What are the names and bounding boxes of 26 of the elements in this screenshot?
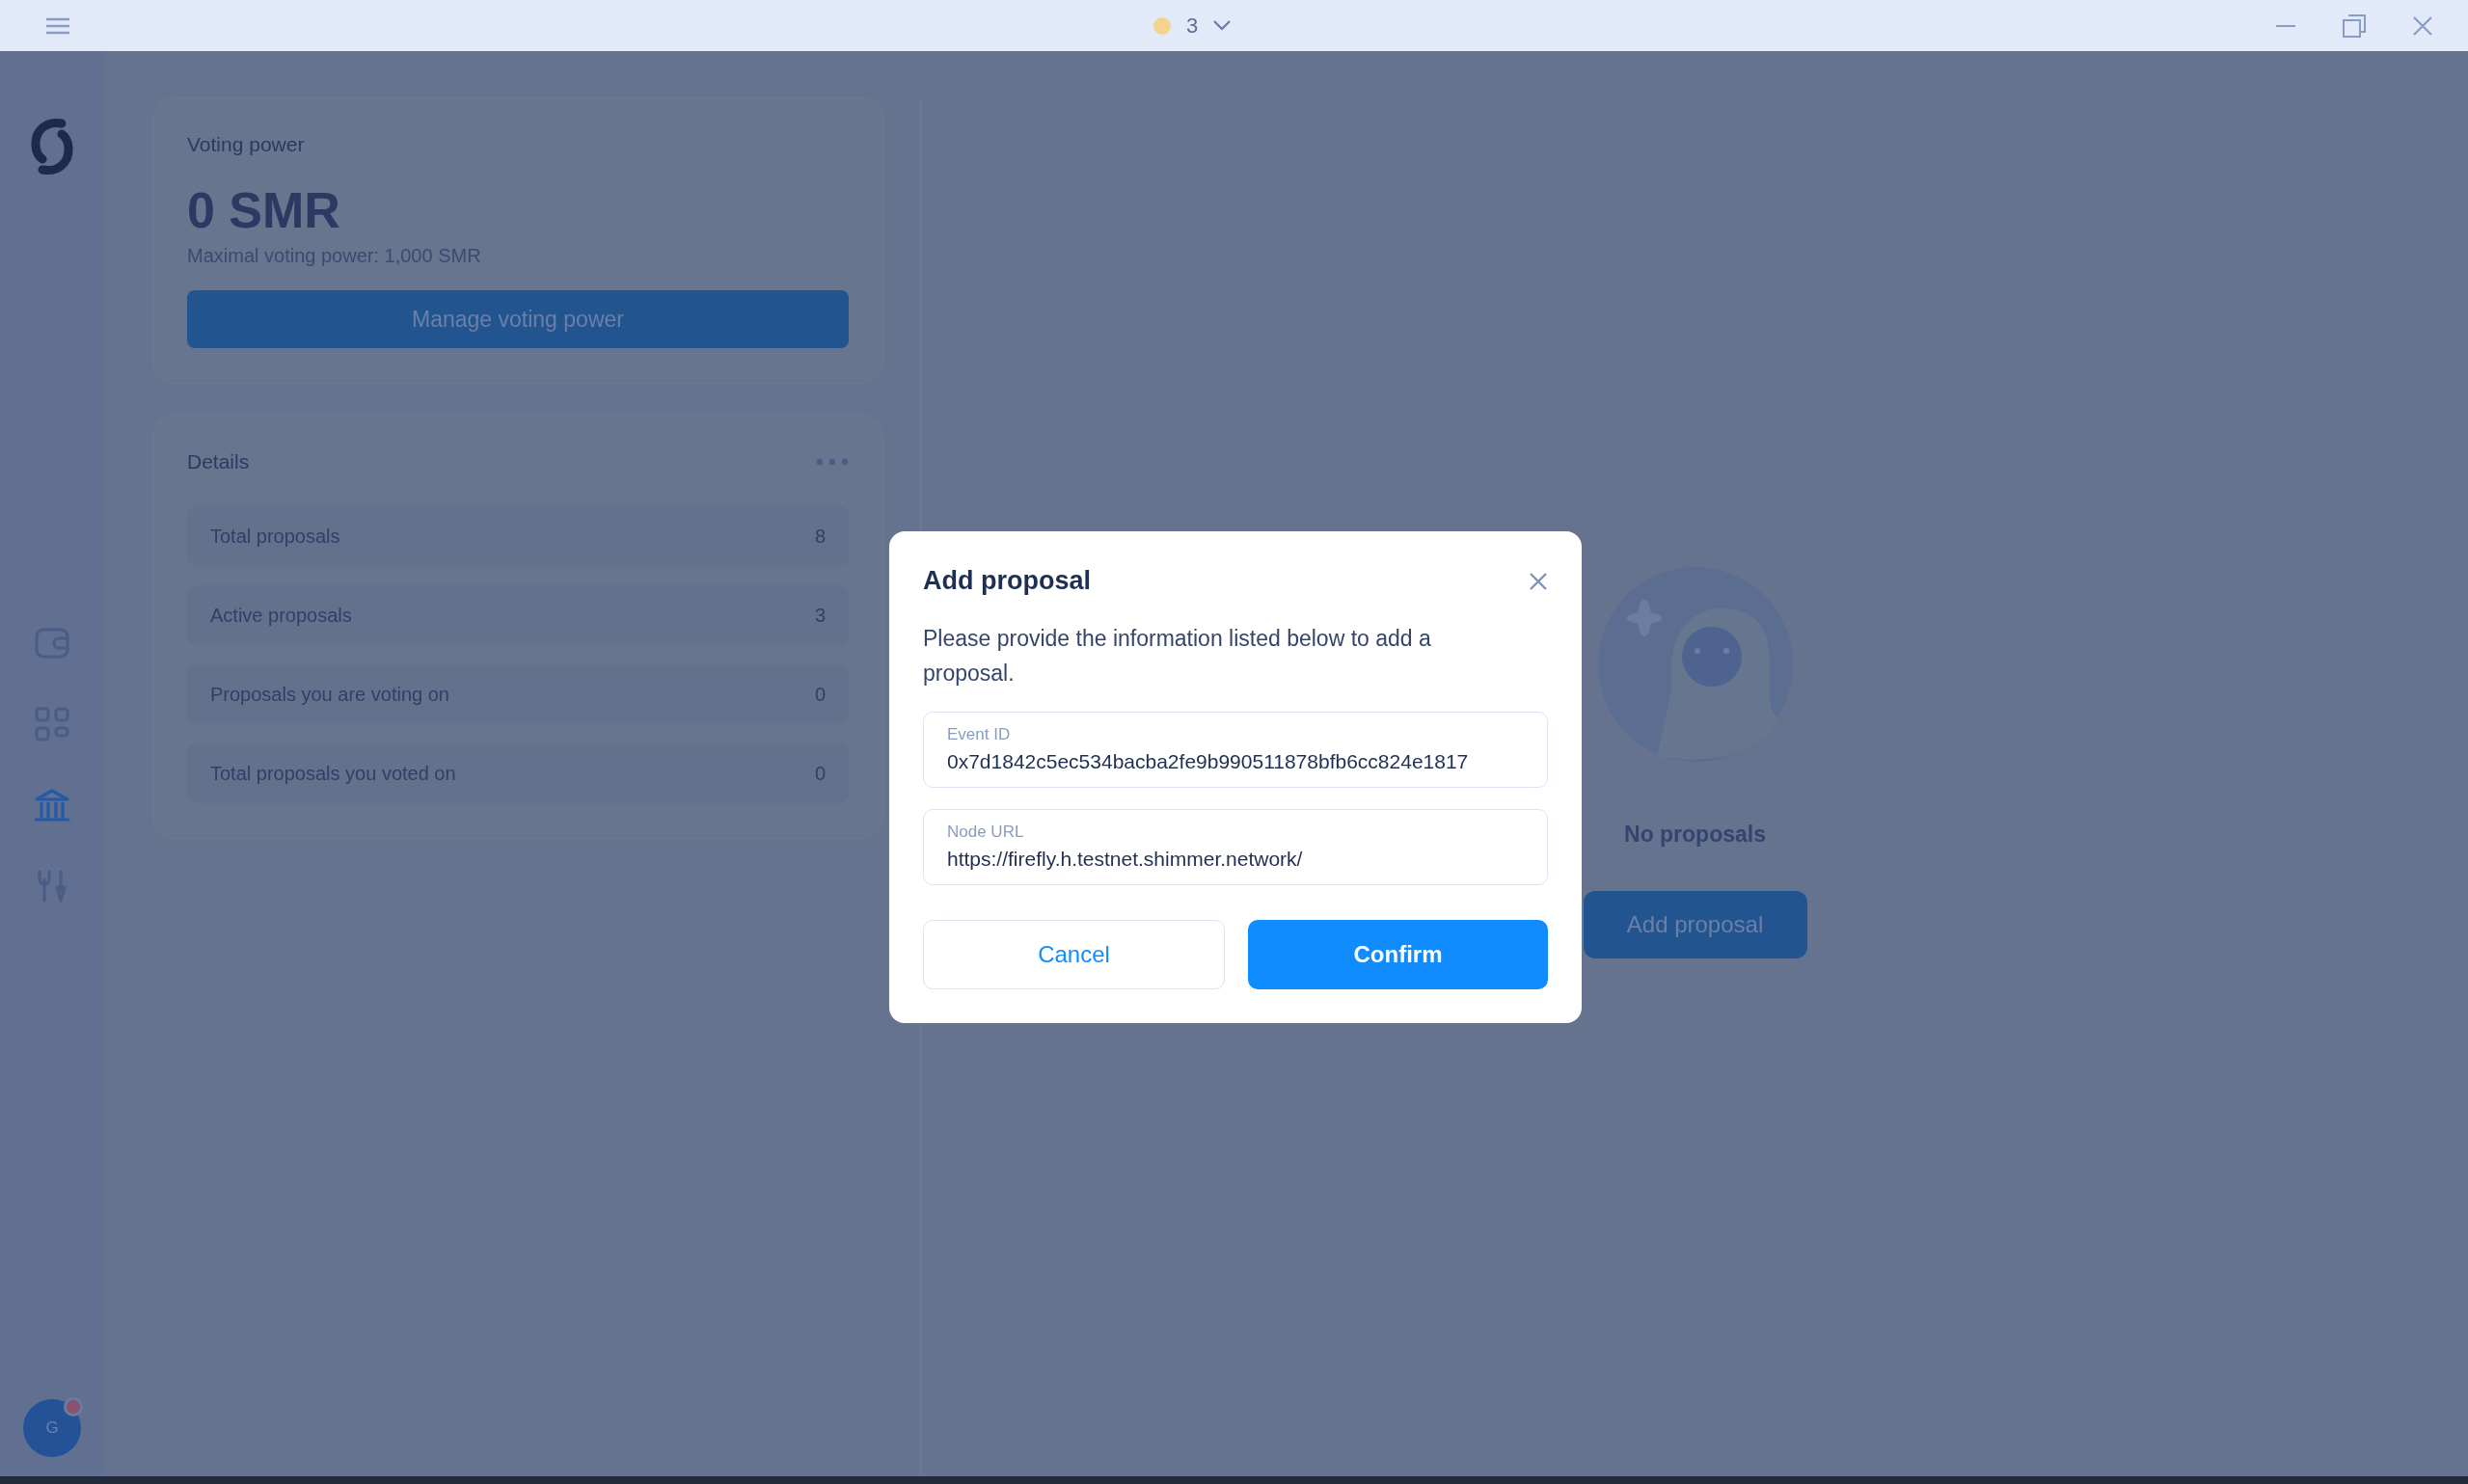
card-title: Details <box>187 450 250 473</box>
menu-icon[interactable] <box>45 15 70 36</box>
input-field[interactable]: Event ID 0x7d1842c5ec534bacba2fe9b990511878bfb6cc824e1817 <box>923 712 1548 788</box>
bank-icon[interactable] <box>34 787 70 823</box>
more-options-icon[interactable] <box>816 458 849 466</box>
status-dot <box>1153 16 1171 35</box>
field-label: Event ID <box>947 725 1012 744</box>
logo-icon <box>29 117 75 176</box>
restore-icon[interactable] <box>2343 13 2366 38</box>
profile-avatar[interactable]: G <box>23 1399 81 1457</box>
field-value: https://firefly.h.testnet.shimmer.network/ <box>947 847 1304 871</box>
network-status-button[interactable]: 3 <box>1149 9 1235 42</box>
dialog-title: Add proposal <box>923 566 1091 596</box>
card-title: Voting power <box>187 133 306 156</box>
confirm-button[interactable]: Confirm <box>1248 920 1548 989</box>
input-field[interactable]: Node URL https://firefly.h.testnet.shimmer.network/ <box>923 809 1548 885</box>
voting-power-amount: 0 SMR <box>187 185 341 235</box>
cancel-button[interactable]: Cancel <box>923 920 1225 989</box>
manage-voting-power-button[interactable]: Manage voting power <box>187 290 849 348</box>
field-value: 0x7d1842c5ec534bacba2fe9b990511878bfb6cc824e1817 <box>947 749 1470 773</box>
chevron-down-icon <box>1213 20 1232 31</box>
close-icon[interactable] <box>1529 571 1548 591</box>
dialog-description: Please provide the information listed below to add a proposal. <box>923 625 1432 688</box>
field-label: Node URL <box>947 823 1025 842</box>
add-proposal-button[interactable]: Add proposal <box>1583 891 1807 958</box>
close-icon[interactable] <box>2412 14 2433 37</box>
